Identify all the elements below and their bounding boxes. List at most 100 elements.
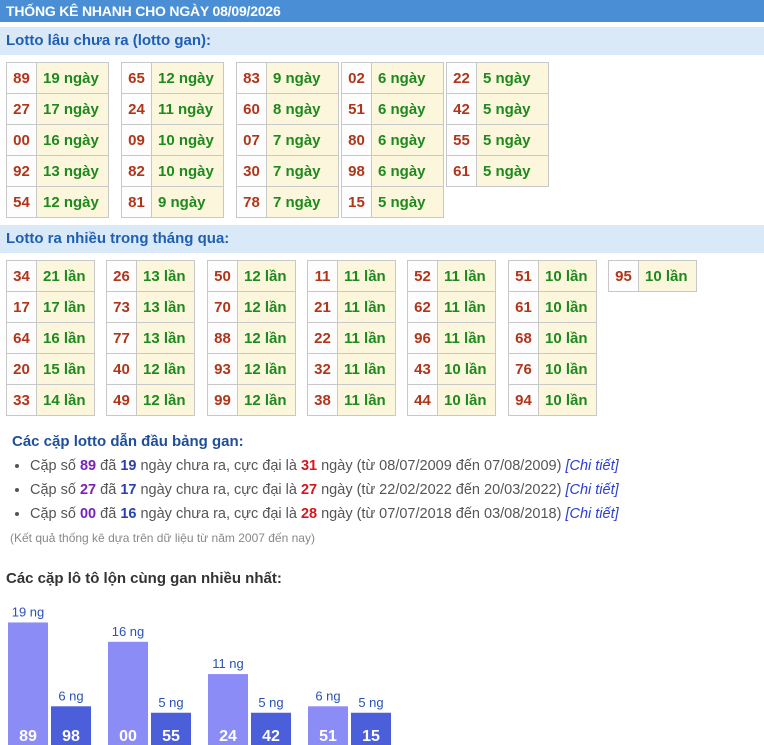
detail-link[interactable]: [Chi tiết] bbox=[565, 458, 618, 474]
leader-text: Cặp số bbox=[30, 482, 80, 498]
lotto-gan-heading: Lotto lâu chưa ra (lotto gan): bbox=[0, 27, 764, 55]
gan-group: 02 6 ngày 51 6 ngày 80 6 ngày 98 6 ngày 15 5 ngày bbox=[341, 62, 444, 218]
table-row: 55 5 ngày bbox=[446, 124, 549, 156]
gan-count: 6 ngày bbox=[371, 62, 444, 94]
table-row: 73 13 lần bbox=[106, 291, 195, 323]
lotto-number: 93 bbox=[207, 353, 238, 385]
lotto-number: 22 bbox=[446, 62, 477, 94]
frequency-count: 10 lần bbox=[437, 353, 496, 385]
lotto-number: 09 bbox=[121, 124, 152, 156]
lotto-number: 55 bbox=[446, 124, 477, 156]
gan-count: 7 ngày bbox=[266, 124, 339, 156]
lotto-number: 78 bbox=[236, 186, 267, 218]
lotto-number: 50 bbox=[207, 260, 238, 292]
lotto-number: 77 bbox=[106, 322, 137, 354]
table-row: 83 9 ngày bbox=[236, 62, 339, 94]
leader-text: đã bbox=[96, 482, 121, 498]
table-row: 98 6 ngày bbox=[341, 155, 444, 187]
table-row: 64 16 lần bbox=[6, 322, 95, 354]
gan-count: 5 ngày bbox=[476, 93, 549, 125]
table-row: 60 8 ngày bbox=[236, 93, 339, 125]
lotto-number: 94 bbox=[508, 384, 539, 416]
bar-category-label: 00 bbox=[119, 728, 137, 745]
table-row: 32 11 lần bbox=[307, 353, 396, 385]
gan-count: 6 ngày bbox=[371, 155, 444, 187]
bar-category-label: 89 bbox=[19, 728, 37, 745]
frequency-count: 13 lần bbox=[136, 291, 195, 323]
lotto-number: 24 bbox=[121, 93, 152, 125]
frequency-count: 10 lần bbox=[638, 260, 697, 292]
frequency-group: 34 21 lần 17 17 lần 64 16 lần 20 15 lần 33 14 lần bbox=[6, 260, 95, 416]
table-row: 11 11 lần bbox=[307, 260, 396, 292]
lotto-number: 52 bbox=[407, 260, 438, 292]
table-row: 44 10 lần bbox=[407, 384, 496, 416]
detail-link[interactable]: [Chi tiết] bbox=[565, 506, 618, 522]
frequency-group: 26 13 lần 73 13 lần 77 13 lần 40 12 lần 49 12 lần bbox=[106, 260, 195, 416]
leader-days: 16 bbox=[120, 506, 137, 522]
lotto-number: 30 bbox=[236, 155, 267, 187]
table-row: 61 5 ngày bbox=[446, 155, 549, 187]
leader-max: 27 bbox=[300, 482, 318, 498]
gan-count: 9 ngày bbox=[151, 186, 224, 218]
lotto-number: 82 bbox=[121, 155, 152, 187]
bar-value-label: 5 ng bbox=[158, 695, 183, 710]
leader-text: ngày chưa ra, cực đại là bbox=[136, 458, 301, 474]
lotto-number: 02 bbox=[341, 62, 372, 94]
table-row: 00 16 ngày bbox=[6, 124, 109, 156]
bar-category-label: 15 bbox=[362, 728, 380, 745]
gan-count: 6 ngày bbox=[371, 124, 444, 156]
leader-text: ngày (từ 22/02/2022 đến 20/03/2022) bbox=[317, 482, 566, 498]
table-row: 81 9 ngày bbox=[121, 186, 224, 218]
gan-count: 5 ngày bbox=[476, 124, 549, 156]
frequency-count: 11 lần bbox=[337, 384, 396, 416]
frequency-count: 17 lần bbox=[36, 291, 95, 323]
gan-count: 12 ngày bbox=[151, 62, 224, 94]
table-row: 51 10 lần bbox=[508, 260, 597, 292]
lotto-number: 32 bbox=[307, 353, 338, 385]
table-row: 24 11 ngày bbox=[121, 93, 224, 125]
bar-category-label: 51 bbox=[319, 728, 337, 745]
gan-group: 89 19 ngày 27 17 ngày 00 16 ngày 92 13 ngày 54 12… bbox=[6, 62, 109, 218]
table-row: 51 6 ngày bbox=[341, 93, 444, 125]
gan-count: 11 ngày bbox=[151, 93, 224, 125]
leader-text: đã bbox=[96, 506, 121, 522]
bar-category-label: 42 bbox=[262, 728, 280, 745]
gan-group: 22 5 ngày 42 5 ngày 55 5 ngày 61 5 ngày bbox=[446, 62, 549, 187]
table-row: 09 10 ngày bbox=[121, 124, 224, 156]
frequency-count: 10 lần bbox=[538, 322, 597, 354]
lotto-number: 17 bbox=[6, 291, 37, 323]
table-row: 93 12 lần bbox=[207, 353, 296, 385]
data-source-note: (Kết quả thống kê dựa trên dữ liệu từ nă… bbox=[10, 531, 315, 545]
pair-gan-bar-chart: 19 ng 89 6 ng 98 16 ng 00 5 ng 55 11 ng 24 5 ng 42 6… bbox=[8, 604, 391, 745]
frequency-count: 12 lần bbox=[237, 260, 296, 292]
leader-days: 17 bbox=[120, 482, 137, 498]
table-row: 26 13 lần bbox=[106, 260, 195, 292]
frequency-count: 10 lần bbox=[538, 353, 597, 385]
gan-count: 5 ngày bbox=[476, 155, 549, 187]
frequency-count: 10 lần bbox=[538, 384, 597, 416]
detail-link[interactable]: [Chi tiết] bbox=[565, 482, 618, 498]
page-title: THỐNG KÊ NHANH CHO NGÀY 08/09/2026 bbox=[0, 0, 764, 22]
frequency-count: 12 lần bbox=[237, 291, 296, 323]
leader-number: 00 bbox=[79, 506, 97, 522]
lotto-number: 33 bbox=[6, 384, 37, 416]
table-row: 27 17 ngày bbox=[6, 93, 109, 125]
frequency-group: 51 10 lần 61 10 lần 68 10 lần 76 10 lần 94 10 lần bbox=[508, 260, 597, 416]
table-row: 88 12 lần bbox=[207, 322, 296, 354]
leader-text: ngày chưa ra, cực đại là bbox=[136, 506, 301, 522]
gan-leader-item: Cặp số 89 đã 19 ngày chưa ra, cực đại là… bbox=[30, 454, 752, 478]
lotto-number: 62 bbox=[407, 291, 438, 323]
gan-leader-item: Cặp số 00 đã 16 ngày chưa ra, cực đại là… bbox=[30, 502, 752, 526]
leader-max: 28 bbox=[300, 506, 318, 522]
lotto-number: 95 bbox=[608, 260, 639, 292]
bar-value-label: 5 ng bbox=[358, 695, 383, 710]
frequency-count: 12 lần bbox=[136, 353, 195, 385]
lotto-number: 51 bbox=[508, 260, 539, 292]
frequency-count: 11 lần bbox=[337, 260, 396, 292]
table-row: 02 6 ngày bbox=[341, 62, 444, 94]
frequency-count: 11 lần bbox=[437, 322, 496, 354]
frequency-count: 14 lần bbox=[36, 384, 95, 416]
table-row: 22 5 ngày bbox=[446, 62, 549, 94]
leader-max: 31 bbox=[300, 458, 318, 474]
table-row: 99 12 lần bbox=[207, 384, 296, 416]
